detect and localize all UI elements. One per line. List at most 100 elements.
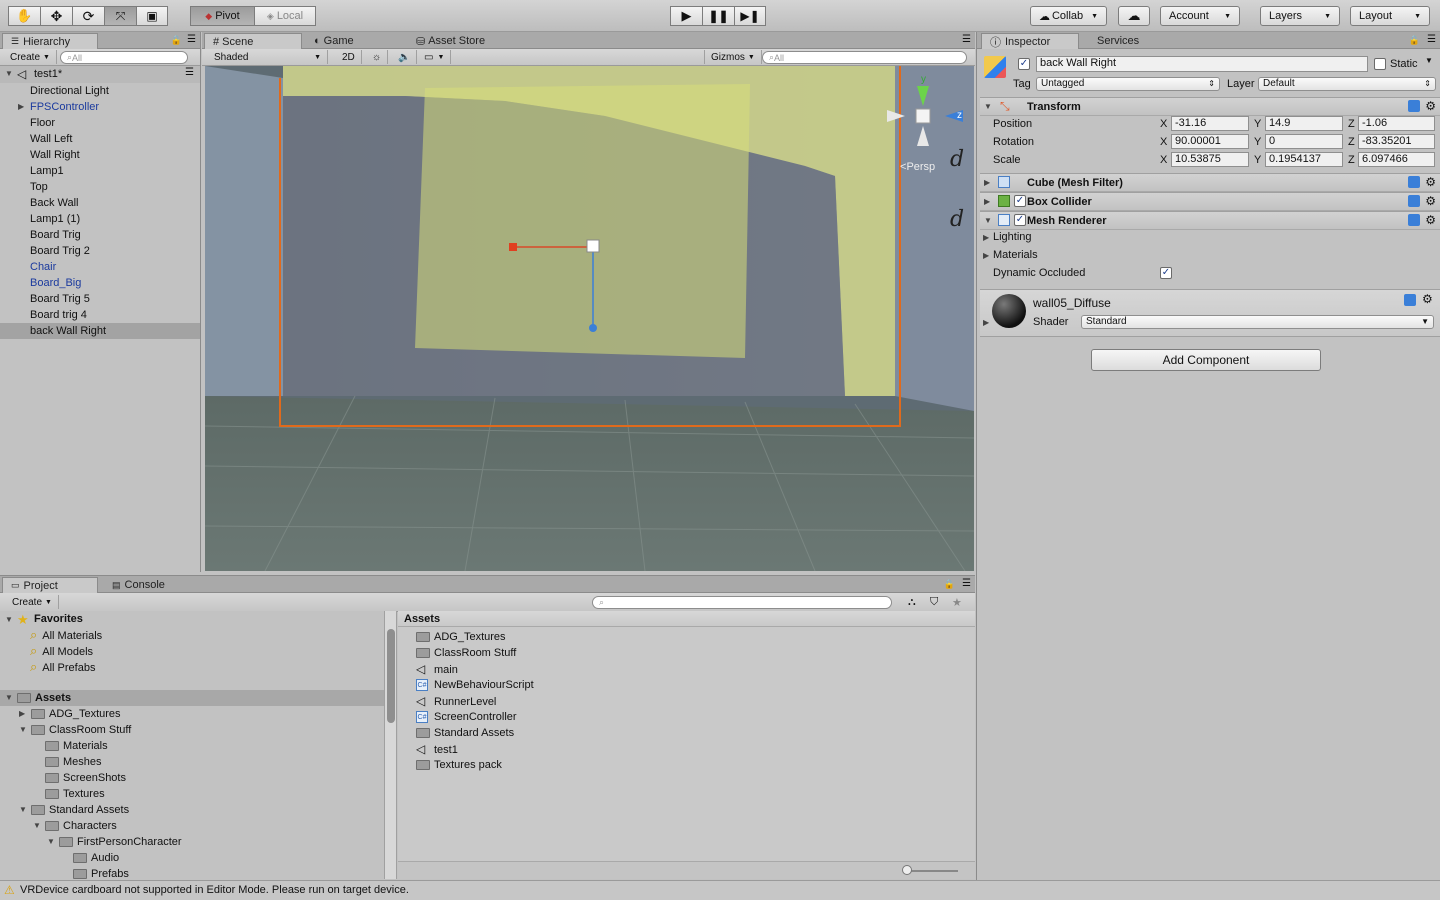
hierarchy-item[interactable]: Chair <box>0 259 200 275</box>
rect-tool-button[interactable]: ▣ <box>136 6 168 26</box>
static-checkbox[interactable] <box>1374 58 1386 70</box>
scene-viewport[interactable]: d d y z <Persp <box>205 66 974 571</box>
gear-icon[interactable]: ⚙ <box>1425 213 1436 227</box>
collapse-triangle-icon[interactable]: ▶ <box>983 251 989 260</box>
axis-x-label[interactable]: X <box>1160 154 1167 166</box>
folder-tree-item[interactable]: ADG_Textures <box>31 706 121 722</box>
asset-item[interactable]: ClassRoom Stuff <box>416 645 516 661</box>
scene-effects-dropdown[interactable]: ▭ ▼ <box>418 50 452 64</box>
object-name-field[interactable]: back Wall Right <box>1036 56 1368 72</box>
static-caret-icon[interactable]: ▼ <box>1425 56 1433 65</box>
asset-item[interactable]: ◁ RunnerLevel <box>416 693 496 709</box>
hierarchy-search-input[interactable]: ⌕ All <box>60 51 188 64</box>
collapse-triangle-icon[interactable]: ▶ <box>984 178 990 187</box>
tab-services[interactable]: Services <box>1089 33 1147 49</box>
axis-y-label[interactable]: Y <box>1254 136 1261 148</box>
gear-icon[interactable]: ⚙ <box>1425 175 1436 189</box>
x-scale-knob[interactable] <box>509 243 517 251</box>
project-search-input[interactable]: ⌕ <box>592 596 892 609</box>
star-icon[interactable]: ★ <box>952 596 962 609</box>
layout-dropdown[interactable]: Layout ▼ <box>1350 6 1430 26</box>
scene-root-row[interactable]: ▼ ◁ test1* ☰ <box>0 66 200 83</box>
gear-icon[interactable]: ⚙ <box>1422 292 1433 306</box>
hierarchy-item[interactable]: Lamp1 (1) <box>0 211 200 227</box>
folder-tree-item[interactable]: Meshes <box>45 754 102 770</box>
help-book-icon[interactable] <box>1408 100 1420 112</box>
scrollbar-thumb[interactable] <box>387 629 395 723</box>
hierarchy-item[interactable]: Back Wall <box>0 195 200 211</box>
folder-tree-item[interactable]: Audio <box>73 850 119 866</box>
hierarchy-item[interactable]: Floor <box>0 115 200 131</box>
expand-triangle-icon[interactable]: ▼ <box>33 821 41 830</box>
hierarchy-item[interactable]: Directional Light <box>0 83 200 99</box>
account-dropdown[interactable]: Account ▼ <box>1160 6 1240 26</box>
local-button[interactable]: ◈ Local <box>254 6 316 26</box>
shader-dropdown[interactable]: Standard ▼ <box>1081 315 1434 329</box>
asset-item[interactable]: C# NewBehaviourScript <box>416 677 534 693</box>
layers-dropdown[interactable]: Layers ▼ <box>1260 6 1340 26</box>
position-z-field[interactable]: -1.06 <box>1358 116 1435 131</box>
asset-item[interactable]: ADG_Textures <box>416 629 506 645</box>
gear-icon[interactable]: ⚙ <box>1425 194 1436 208</box>
hand-tool-button[interactable]: ✋ <box>8 6 40 26</box>
hierarchy-item[interactable]: ▶ FPSController <box>0 99 200 115</box>
collapse-triangle-icon[interactable]: ▶ <box>18 99 24 115</box>
rotation-x-field[interactable]: 90.00001 <box>1171 134 1249 149</box>
lighting-foldout[interactable]: Lighting <box>993 231 1032 243</box>
add-component-button[interactable]: Add Component <box>1091 349 1321 371</box>
lock-icon[interactable]: 🔒 <box>171 35 182 46</box>
toggle-2d-button[interactable]: 2D <box>336 50 362 64</box>
hierarchy-item[interactable]: Wall Right <box>0 147 200 163</box>
filter-type-icon[interactable]: ⛬ <box>908 596 916 609</box>
tab-console[interactable]: ▤ Console <box>104 577 173 593</box>
scene-lighting-toggle[interactable]: ☼ <box>366 50 389 64</box>
gizmo-center-cube[interactable] <box>915 108 931 124</box>
tab-project[interactable]: ▭ Project <box>2 577 98 593</box>
mesh-renderer-header[interactable]: ▼ ✓ Mesh Renderer ⚙ <box>980 211 1440 230</box>
collapse-triangle-icon[interactable]: ▶ <box>983 233 989 242</box>
asset-item[interactable]: ◁ test1 <box>416 741 458 757</box>
hierarchy-item[interactable]: Board_Big <box>0 275 200 291</box>
folder-tree-item[interactable]: Assets <box>17 690 71 706</box>
lock-icon[interactable]: 🔒 <box>944 579 955 590</box>
move-tool-button[interactable]: ✥ <box>40 6 72 26</box>
folder-tree-item[interactable]: Textures <box>45 786 105 802</box>
hierarchy-item[interactable]: Top <box>0 179 200 195</box>
scene-audio-toggle[interactable]: 🔈 <box>392 50 418 64</box>
collapse-triangle-icon[interactable]: ▶ <box>984 197 990 206</box>
panel-menu-icon[interactable]: ☰ <box>962 578 971 589</box>
box-collider-header[interactable]: ▶ ✓ Box Collider ⚙ <box>980 192 1440 211</box>
help-book-icon[interactable] <box>1408 195 1420 207</box>
center-scale-knob[interactable] <box>586 239 600 253</box>
folder-tree-item[interactable]: FirstPersonCharacter <box>59 834 182 850</box>
tab-inspector[interactable]: ⓘ Inspector <box>981 33 1079 49</box>
scale-z-field[interactable]: 6.097466 <box>1358 152 1435 167</box>
expand-triangle-icon[interactable]: ▼ <box>984 216 992 225</box>
project-create-button[interactable]: Create ▼ <box>6 595 59 609</box>
pivot-button[interactable]: ◆ Pivot <box>190 6 254 26</box>
z-scale-knob[interactable] <box>589 324 597 332</box>
axis-z-label[interactable]: Z <box>1348 136 1355 148</box>
collapse-triangle-icon[interactable]: ▶ <box>983 318 989 327</box>
hierarchy-create-button[interactable]: Create ▼ <box>4 50 57 64</box>
asset-item[interactable]: ◁ main <box>416 661 458 677</box>
hierarchy-item[interactable]: Board Trig <box>0 227 200 243</box>
box-collider-checkbox[interactable]: ✓ <box>1014 195 1026 207</box>
icon-size-slider-knob[interactable] <box>902 865 912 875</box>
axis-x-label[interactable]: X <box>1160 118 1167 130</box>
help-book-icon[interactable] <box>1404 294 1416 306</box>
folder-tree-item[interactable]: ScreenShots <box>45 770 126 786</box>
dynamic-occluded-checkbox[interactable]: ✓ <box>1160 267 1172 279</box>
gizmos-dropdown[interactable]: Gizmos ▼ <box>704 50 762 64</box>
axis-y-label[interactable]: Y <box>1254 154 1261 166</box>
hierarchy-item[interactable]: Lamp1 <box>0 163 200 179</box>
favorite-item[interactable]: ⌕ All Materials <box>30 627 102 643</box>
gear-icon[interactable]: ⚙ <box>1425 99 1436 113</box>
folder-tree-item[interactable]: Materials <box>45 738 108 754</box>
scene-menu-icon[interactable]: ☰ <box>185 67 194 78</box>
axis-y-label[interactable]: Y <box>1254 118 1261 130</box>
asset-item[interactable]: Textures pack <box>416 757 502 773</box>
expand-triangle-icon[interactable]: ▼ <box>19 725 27 734</box>
panel-menu-icon[interactable]: ☰ <box>962 34 971 45</box>
collapse-triangle-icon[interactable]: ▶ <box>19 709 25 718</box>
